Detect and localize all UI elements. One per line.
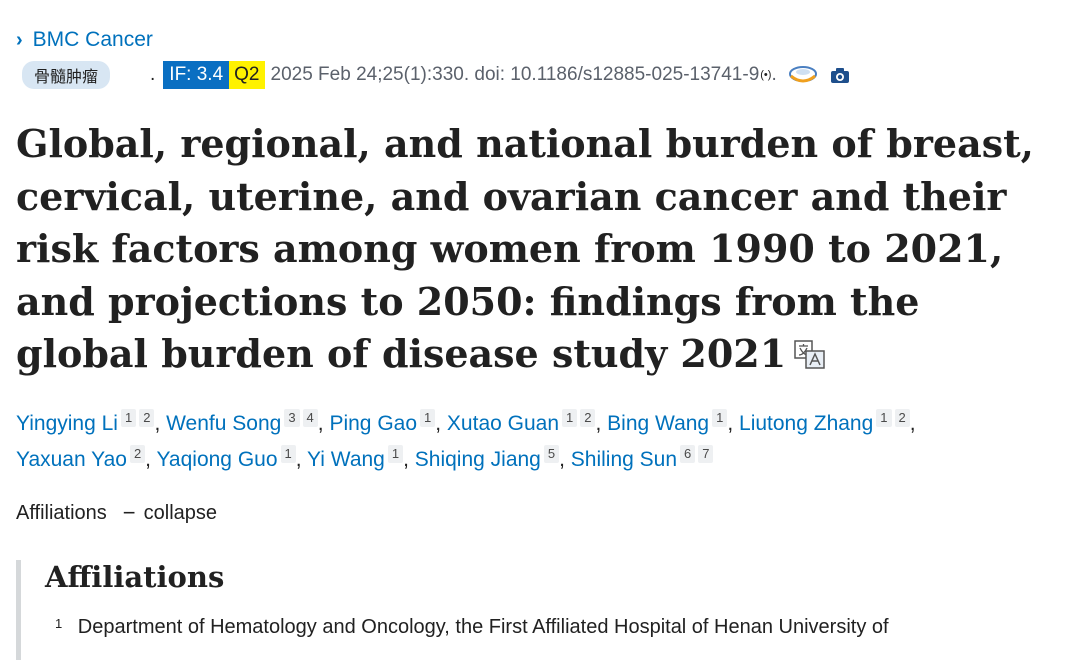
article-title-text: Global, regional, and national burden of… bbox=[16, 121, 1034, 376]
author-affiliation-link[interactable]: 2 bbox=[580, 409, 596, 427]
author-name[interactable]: Yaxuan Yao bbox=[16, 448, 127, 471]
topic-tag[interactable]: 骨髓肿瘤 bbox=[22, 61, 111, 89]
author-separator: , bbox=[909, 412, 916, 435]
article-title: Global, regional, and national burden of… bbox=[16, 118, 1056, 384]
author-affiliation-link[interactable]: 1 bbox=[712, 409, 728, 427]
author-affiliation-link[interactable]: 4 bbox=[302, 409, 318, 427]
author-separator: , bbox=[435, 412, 447, 435]
collapse-link[interactable]: collapse bbox=[144, 502, 217, 525]
author-name[interactable]: Yi Wang bbox=[307, 448, 385, 471]
author-separator: , bbox=[559, 448, 571, 471]
author-separator: , bbox=[145, 448, 157, 471]
author-affiliation-link[interactable]: 1 bbox=[876, 409, 892, 427]
collapse-icon[interactable]: − bbox=[123, 500, 136, 526]
author-name[interactable]: Yaqiong Guo bbox=[156, 448, 277, 471]
citation-meta: 骨髓肿瘤 . IF: 3.4 Q2 2025 Feb 24;25(1):330.… bbox=[22, 60, 851, 90]
journal-link[interactable]: › BMC Cancer bbox=[16, 28, 153, 52]
affiliations-heading: Affiliations bbox=[45, 560, 225, 594]
author-affiliation-link[interactable]: 5 bbox=[543, 445, 560, 463]
author-affiliation-link[interactable]: 2 bbox=[894, 409, 910, 427]
affiliation-text: Department of Hematology and Oncology, t… bbox=[77, 616, 889, 638]
author-affiliation-link[interactable]: 1 bbox=[120, 409, 137, 427]
author-affiliation-link[interactable]: 1 bbox=[420, 409, 436, 427]
affiliations-panel: Affiliations 1 Department of Hematology … bbox=[16, 560, 1071, 660]
author-name[interactable]: Shiqing Jiang bbox=[415, 448, 541, 471]
separator-dot: . bbox=[150, 64, 156, 85]
affiliation-number: 1 bbox=[55, 616, 63, 631]
author-name[interactable]: Yingying Li bbox=[16, 412, 118, 435]
author-separator: , bbox=[295, 448, 308, 471]
radio-broadcast-icon[interactable]: (•) bbox=[760, 69, 771, 81]
author-name[interactable]: Liutong Zhang bbox=[739, 412, 873, 435]
author-name[interactable]: Shiling Sun bbox=[571, 448, 677, 471]
citation-end-dot: . bbox=[771, 64, 777, 85]
author-separator: , bbox=[317, 412, 330, 435]
quartile-badge: Q2 bbox=[229, 61, 265, 89]
affiliation-item: 1 Department of Hematology and Oncology,… bbox=[55, 616, 889, 639]
chevron-right-icon: › bbox=[16, 28, 23, 51]
author-affiliation-link[interactable]: 1 bbox=[562, 409, 578, 427]
author-affiliation-link[interactable]: 1 bbox=[387, 445, 404, 463]
citation-text: 2025 Feb 24;25(1):330. doi: 10.1186/s128… bbox=[270, 64, 760, 85]
author-separator: , bbox=[595, 412, 608, 435]
author-name[interactable]: Wenfu Song bbox=[166, 412, 281, 435]
author-affiliation-link[interactable]: 2 bbox=[139, 409, 155, 427]
camera-icon[interactable] bbox=[829, 66, 851, 84]
author-affiliation-link[interactable]: 6 bbox=[680, 445, 696, 463]
cloud-icon[interactable] bbox=[787, 64, 819, 86]
author-list: Yingying Li 1 2, Wenfu Song 3 4, Ping Gao 1, … bbox=[16, 406, 1066, 478]
impact-factor-badge: IF: 3.4 bbox=[163, 61, 230, 89]
author-affiliation-link[interactable]: 2 bbox=[129, 445, 146, 463]
author-name[interactable]: Xutao Guan bbox=[447, 412, 559, 435]
affiliations-toggle[interactable]: Affiliations − collapse bbox=[16, 500, 217, 526]
journal-name[interactable]: BMC Cancer bbox=[33, 28, 153, 52]
author-affiliation-link[interactable]: 1 bbox=[280, 445, 296, 463]
author-separator: , bbox=[727, 412, 740, 435]
author-affiliation-link[interactable]: 3 bbox=[284, 409, 300, 427]
affiliations-toggle-label: Affiliations bbox=[16, 501, 107, 524]
author-name[interactable]: Bing Wang bbox=[607, 412, 709, 435]
author-name[interactable]: Ping Gao bbox=[329, 412, 417, 435]
author-affiliation-link[interactable]: 7 bbox=[698, 445, 714, 463]
translate-icon[interactable] bbox=[794, 331, 826, 384]
author-separator: , bbox=[154, 412, 167, 435]
author-separator: , bbox=[403, 448, 415, 471]
